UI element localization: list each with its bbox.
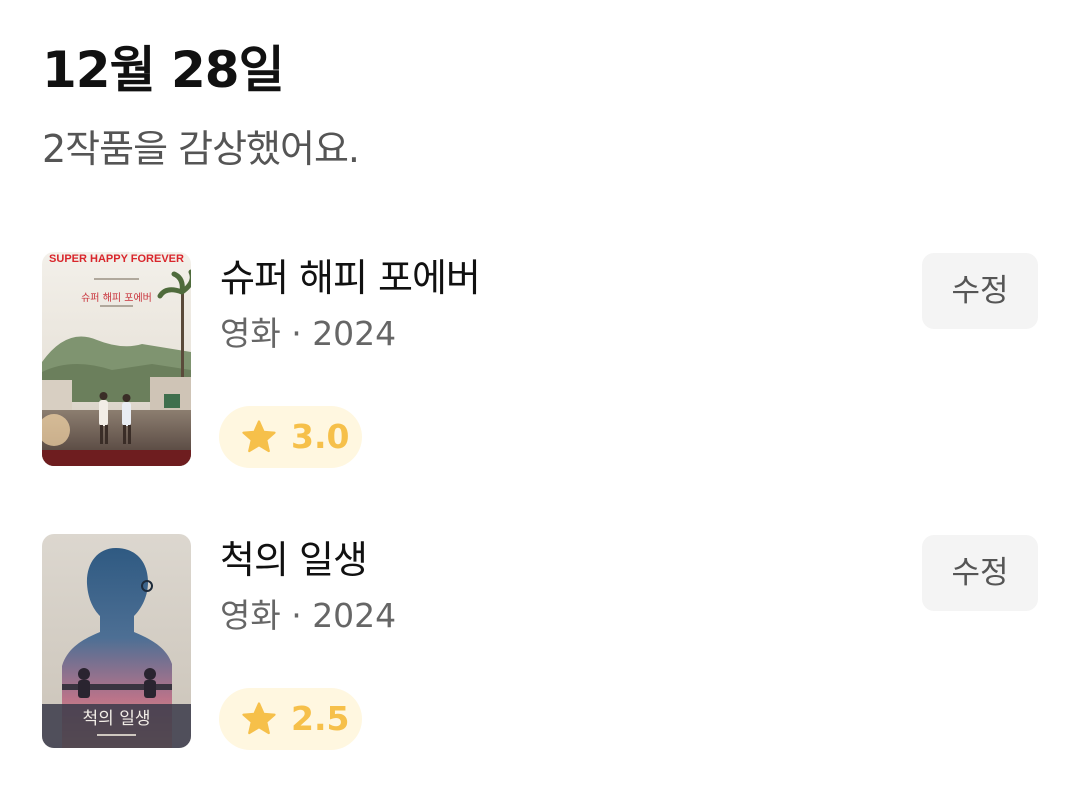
rating-badge: 3.0 xyxy=(219,406,362,468)
poster-image[interactable]: SUPER HAPPY FOREVER 슈퍼 해피 포에버 xyxy=(42,252,191,466)
watch-history-day: 12월 28일 2작품을 감상했어요. SUPER HAPPY FOREVER … xyxy=(0,0,1078,808)
rating-badge: 2.5 xyxy=(219,688,362,750)
star-icon xyxy=(241,702,277,736)
poster-top-text: SUPER HAPPY FOREVER xyxy=(49,253,184,265)
rating-value: 3.0 xyxy=(291,417,350,456)
rating-value: 2.5 xyxy=(291,699,350,738)
edit-button[interactable]: 수정 xyxy=(922,253,1038,329)
list-item[interactable]: 척의 일생 척의 일생 영화 · 2024 2.5 수정 xyxy=(0,534,1078,754)
list-item[interactable]: SUPER HAPPY FOREVER 슈퍼 해피 포에버 슈퍼 해피 포에버 … xyxy=(0,252,1078,472)
work-title: 척의 일생 xyxy=(220,538,368,582)
edit-button[interactable]: 수정 xyxy=(922,535,1038,611)
poster-korean-title: 슈퍼 해피 포에버 xyxy=(81,291,152,304)
poster-korean-title: 척의 일생 xyxy=(83,709,151,729)
work-title: 슈퍼 해피 포에버 xyxy=(220,256,481,300)
work-meta: 영화 · 2024 xyxy=(220,314,397,353)
star-icon xyxy=(241,420,277,454)
date-heading: 12월 28일 xyxy=(42,41,285,99)
watch-count-summary: 2작품을 감상했어요. xyxy=(42,127,360,171)
poster-image[interactable]: 척의 일생 xyxy=(42,534,191,748)
work-meta: 영화 · 2024 xyxy=(220,596,397,635)
